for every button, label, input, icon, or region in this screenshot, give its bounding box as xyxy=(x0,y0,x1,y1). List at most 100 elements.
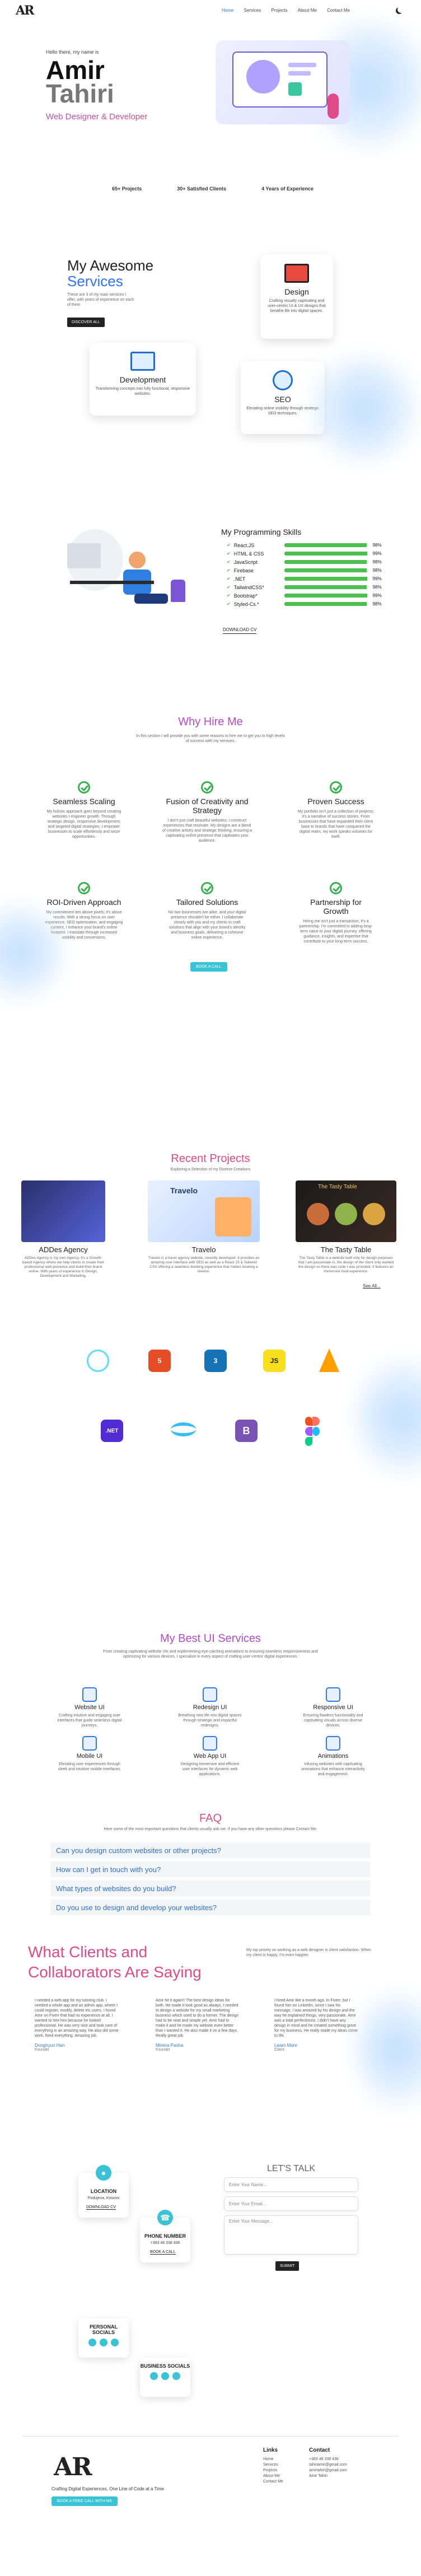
download-cv-button[interactable]: DOWNLOAD CV xyxy=(223,627,257,634)
form-title: LET'S TALK xyxy=(266,2164,316,2173)
logo[interactable]: AR xyxy=(16,3,34,18)
project-screenshot[interactable]: Travelo xyxy=(148,1180,260,1242)
stat-experience: 4 Years of Experience xyxy=(261,186,314,192)
see-all-link[interactable]: See All... xyxy=(363,1284,381,1289)
project-card-tasty[interactable]: The Tasty Table The Tasty Table The Tast… xyxy=(296,1180,396,1274)
project-screenshot[interactable] xyxy=(21,1180,105,1242)
testimonial-role: Founder xyxy=(35,2048,50,2052)
download-cv-link[interactable]: DOWNLOAD CV xyxy=(86,2205,116,2210)
skill-bar-fill xyxy=(284,568,367,572)
moon-icon[interactable] xyxy=(397,6,404,13)
hero-last-name: Tahiri xyxy=(46,79,114,108)
footer-link-contact[interactable]: Contact Me xyxy=(263,2479,283,2485)
ui-item-title: Website UI xyxy=(74,1704,105,1711)
why-item-title: Tailored Solutions xyxy=(176,898,238,907)
nav-projects[interactable]: Projects xyxy=(272,8,288,13)
project-card-addes[interactable]: ADDes Agency ADDes Agency is my own Agen… xyxy=(21,1180,105,1278)
skill-row: ✔ Styled-Cs.* 98% xyxy=(227,600,382,608)
testimonials-intro: My top priority on working as a web desi… xyxy=(246,1948,371,1957)
footer-name: Amir Tahiri xyxy=(309,2474,328,2478)
hero-illustration xyxy=(216,40,350,124)
skill-bar-fill xyxy=(284,560,367,564)
message-input[interactable]: Enter Your Message... xyxy=(224,2215,358,2255)
footer-logo[interactable]: AR xyxy=(54,2453,92,2481)
nav-services[interactable]: Services xyxy=(244,8,261,13)
responsive-ui-icon xyxy=(326,1687,340,1702)
faq-item[interactable]: Can you design custom websites or other … xyxy=(50,1842,371,1858)
skill-name: TailwindCSS* xyxy=(233,584,264,590)
why-item-text: I don't just craft beautiful websites; I… xyxy=(162,819,252,843)
business-socials-card: BUSINESS SOCIALS xyxy=(140,2358,190,2397)
footer-email[interactable]: tahiriamir@gmail.com xyxy=(309,2462,347,2468)
ui-item-text: Breathing new life into digital spaces t… xyxy=(178,1714,242,1728)
testimonial-name[interactable]: Donghyun Han xyxy=(35,2043,119,2048)
ui-item-title: Mobile UI xyxy=(76,1753,103,1760)
project-screenshot[interactable]: The Tasty Table xyxy=(296,1180,396,1242)
personal-socials-card: PERSONAL SOCIALS xyxy=(78,2318,129,2358)
instagram-icon[interactable] xyxy=(88,2339,96,2346)
footer-tagline: Crafting Digital Experiences, One Line o… xyxy=(52,2486,164,2491)
instagram-icon[interactable] xyxy=(150,2372,158,2380)
facebook-icon[interactable] xyxy=(161,2372,169,2380)
nav-about[interactable]: About Me xyxy=(298,8,317,13)
discover-all-button[interactable]: DISCOVER ALL xyxy=(67,318,105,327)
footer-email-2[interactable]: amirtahiri@gmail.com xyxy=(309,2468,347,2474)
check-icon xyxy=(78,882,90,894)
mobile-ui-icon xyxy=(82,1736,97,1751)
email-input[interactable]: Enter Your Email... xyxy=(224,2196,358,2211)
testimonial-name[interactable]: Mirena Pasha xyxy=(156,2043,240,2048)
skill-bar xyxy=(284,577,368,581)
ui-item-title: Responsive UI xyxy=(313,1704,353,1711)
nav-home[interactable]: Home xyxy=(222,8,233,13)
service-seo-text: Elevating online visibility through stra… xyxy=(246,407,319,416)
tailwind-icon xyxy=(171,1422,196,1436)
why-item-text: No two businesses are alike, and your di… xyxy=(168,911,246,940)
footer-link-about[interactable]: About Me xyxy=(263,2474,283,2479)
project-title: Travelo xyxy=(191,1245,216,1254)
linkedin-icon[interactable] xyxy=(111,2339,119,2346)
skill-bar xyxy=(284,560,368,564)
footer-link-projects[interactable]: Projects xyxy=(263,2468,283,2474)
phone-title: PHONE NUMBER xyxy=(144,2233,186,2239)
nav-contact[interactable]: Contact Me xyxy=(327,8,350,13)
project-card-travelo[interactable]: Travelo Travelo Travelo is a travel agen… xyxy=(148,1180,260,1274)
book-call-button[interactable]: BOOK A CALL xyxy=(190,962,227,972)
faq-item[interactable]: What types of websites do you build? xyxy=(50,1880,371,1896)
faq-item[interactable]: How can I get in touch with you? xyxy=(50,1861,371,1877)
why-item-text: My portfolio isn't just a collection of … xyxy=(297,810,375,839)
footer-link-home[interactable]: Home xyxy=(263,2457,283,2462)
service-card-seo: SEO Elevating online visibility through … xyxy=(241,361,325,434)
testimonials-title-2: Collaborators Are Saying xyxy=(28,1963,202,1981)
check-icon xyxy=(201,882,213,894)
faq-item[interactable]: Do you use to design and develop your we… xyxy=(50,1900,371,1915)
skill-row: ✔ JavaScript 98% xyxy=(227,558,382,566)
service-seo-title: SEO xyxy=(274,395,291,404)
skill-name: Styled-Cs.* xyxy=(233,601,259,607)
why-item: Proven Success My portfolio isn't just a … xyxy=(297,781,375,839)
book-free-call-button[interactable]: BOOK A FREE CALL WITH ME xyxy=(52,2496,118,2506)
services-title-2: Services xyxy=(67,273,123,290)
skill-percent: 98% xyxy=(372,559,382,564)
github-icon[interactable] xyxy=(172,2372,180,2380)
book-call-link[interactable]: BOOK A CALL xyxy=(150,2250,176,2255)
skill-percent: 98% xyxy=(372,585,382,590)
footer-link-services[interactable]: Services xyxy=(263,2462,283,2468)
ui-item: Website UI Crafting intuitive and engagin… xyxy=(56,1687,123,1728)
main-nav: Home Services Projects About Me Contact … xyxy=(213,8,350,13)
redesign-ui-icon xyxy=(203,1687,217,1702)
name-input[interactable]: Enter Your Name... xyxy=(224,2177,358,2192)
why-item-title: ROI-Driven Approach xyxy=(46,898,121,907)
facebook-icon[interactable] xyxy=(100,2339,107,2346)
testimonial-role: Founder xyxy=(156,2048,171,2052)
stat-projects: 65+ Projects xyxy=(112,186,142,192)
faq-subtitle: Here some of the most important question… xyxy=(104,1827,317,1831)
testimonial-name[interactable]: Learn More xyxy=(274,2043,358,2048)
skill-bar-fill xyxy=(284,552,368,556)
check-icon xyxy=(201,781,213,794)
footer-links-title: Links xyxy=(263,2447,278,2453)
submit-button[interactable]: SUBMIT xyxy=(275,2261,300,2271)
services-text: These are 3 of my main services I offer,… xyxy=(67,293,134,307)
why-item-title: Seamless Scaling xyxy=(53,797,115,806)
testimonial-text: Amir hit it again!! The best design idea… xyxy=(156,1999,239,2038)
project-screenshot-title: Travelo xyxy=(170,1186,198,1195)
